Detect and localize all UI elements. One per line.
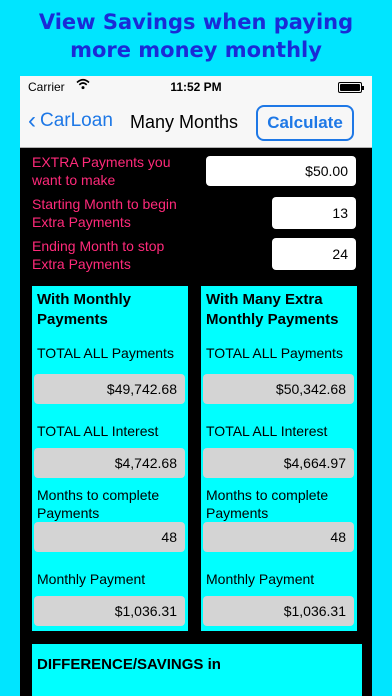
total-payments-label: TOTAL ALL Payments bbox=[37, 345, 174, 361]
total-interest-value: $4,664.97 bbox=[203, 448, 354, 478]
page-title: Many Months bbox=[130, 112, 239, 132]
total-interest-label: TOTAL ALL Interest bbox=[206, 423, 328, 439]
end-month-label: Ending Month to stop Extra Payments bbox=[32, 238, 165, 272]
extra-payments-card: With Many Extra Monthly Payments TOTAL A… bbox=[201, 286, 357, 631]
back-button[interactable]: ‹ CarLoan bbox=[28, 107, 113, 134]
extra-payment-field[interactable]: $50.00 bbox=[206, 156, 356, 186]
total-payments-value: $49,742.68 bbox=[34, 374, 185, 404]
monthly-payment-value: $1,036.31 bbox=[203, 596, 354, 626]
total-payments-value: $50,342.68 bbox=[203, 374, 354, 404]
card-heading: With Monthly Payments bbox=[37, 291, 132, 328]
end-month-field[interactable]: 24 bbox=[272, 238, 356, 270]
phone-screen: Carrier 11:52 PM ‹ CarLoan Many Months C… bbox=[20, 76, 372, 696]
months-value: 48 bbox=[34, 522, 185, 552]
navigation-bar: ‹ CarLoan Many Months Calculate bbox=[20, 98, 372, 148]
promo-line-2: more money monthly bbox=[70, 38, 322, 62]
total-interest-value: $4,742.68 bbox=[34, 448, 185, 478]
months-label: Months to complete Payments bbox=[206, 487, 329, 521]
months-value: 48 bbox=[203, 522, 354, 552]
total-payments-label: TOTAL ALL Payments bbox=[206, 345, 343, 361]
back-label: CarLoan bbox=[40, 110, 113, 131]
chevron-left-icon: ‹ bbox=[28, 107, 36, 134]
calculate-button[interactable]: Calculate bbox=[256, 105, 354, 141]
difference-savings-panel: DIFFERENCE/SAVINGS in bbox=[32, 644, 362, 696]
difference-heading: DIFFERENCE/SAVINGS in bbox=[37, 656, 221, 673]
promo-caption: View Savings when paying more money mont… bbox=[0, 8, 392, 64]
monthly-payment-label: Monthly Payment bbox=[37, 571, 146, 587]
promo-line-1: View Savings when paying bbox=[38, 10, 354, 34]
total-interest-label: TOTAL ALL Interest bbox=[37, 423, 159, 439]
status-bar: Carrier 11:52 PM bbox=[20, 76, 372, 98]
months-label: Months to complete Payments bbox=[37, 487, 160, 521]
monthly-payments-card: With Monthly Payments TOTAL ALL Payments… bbox=[32, 286, 188, 631]
start-month-field[interactable]: 13 bbox=[272, 197, 356, 229]
start-month-label: Starting Month to begin Extra Payments bbox=[32, 196, 177, 230]
battery-icon bbox=[338, 82, 364, 93]
monthly-payment-value: $1,036.31 bbox=[34, 596, 185, 626]
card-heading: With Many Extra Monthly Payments bbox=[206, 291, 339, 328]
extra-payment-label: EXTRA Payments you want to make bbox=[32, 154, 171, 188]
monthly-payment-label: Monthly Payment bbox=[206, 571, 315, 587]
status-time: 11:52 PM bbox=[170, 80, 222, 94]
